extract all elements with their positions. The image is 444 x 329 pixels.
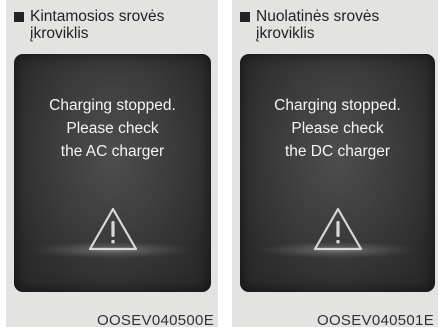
cluster-display: Charging stopped. Please check the DC ch… bbox=[240, 54, 435, 292]
cluster-display: Charging stopped. Please check the AC ch… bbox=[14, 54, 211, 292]
message-line-2: Please check bbox=[66, 120, 159, 137]
panel-heading: Nuolatinės srovės įkroviklis bbox=[240, 8, 434, 42]
ac-charger-panel: Kintamosios srovės įkroviklis Charging s… bbox=[6, 0, 218, 329]
dc-charger-panel: Nuolatinės srovės įkroviklis Charging st… bbox=[232, 0, 438, 329]
figure-code: OOSEV040501E bbox=[316, 312, 434, 329]
figure-code: OOSEV040500E bbox=[96, 312, 214, 329]
square-bullet-icon bbox=[240, 12, 250, 22]
heading-line-2: įkroviklis bbox=[256, 25, 315, 42]
heading-line-1: Kintamosios srovės bbox=[30, 8, 165, 25]
square-bullet-icon bbox=[14, 12, 24, 22]
warning-message: Charging stopped. Please check the DC ch… bbox=[240, 94, 435, 163]
panel-heading: Kintamosios srovės įkroviklis bbox=[14, 8, 214, 42]
message-line-2: Please check bbox=[291, 120, 384, 137]
message-line-1: Charging stopped. bbox=[49, 97, 176, 114]
message-line-3: the DC charger bbox=[284, 143, 391, 160]
warning-triangle-icon bbox=[313, 207, 362, 251]
heading-line-2: įkroviklis bbox=[30, 25, 89, 42]
message-line-1: Charging stopped. bbox=[274, 97, 401, 114]
message-line-3: the AC charger bbox=[60, 143, 165, 160]
heading-line-1: Nuolatinės srovės bbox=[256, 8, 380, 25]
warning-message: Charging stopped. Please check the AC ch… bbox=[14, 94, 211, 163]
warning-triangle-icon bbox=[88, 207, 137, 251]
